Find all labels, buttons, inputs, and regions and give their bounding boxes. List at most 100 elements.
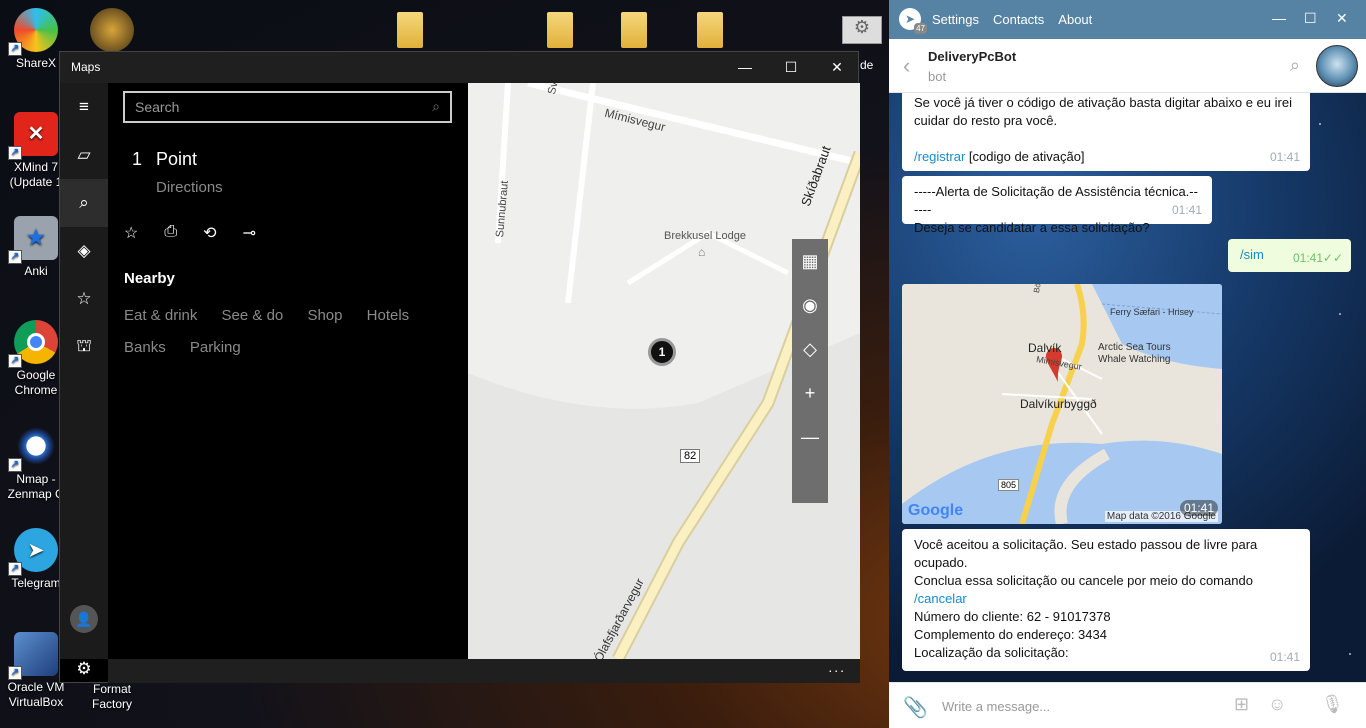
message-text: -----Alerta de Solicitação de Assistênci… bbox=[914, 184, 1198, 217]
search-icon[interactable]: ⌕ bbox=[60, 179, 108, 227]
message-text: Você aceitou a solicitação. Seu estado p… bbox=[914, 537, 1258, 570]
print-icon[interactable]: ⎙ bbox=[164, 223, 177, 243]
map-pin-marker[interactable]: 1 bbox=[648, 338, 676, 366]
message-text: Complemento do endereço: 3434 bbox=[914, 627, 1107, 642]
zoom-in-button[interactable]: + bbox=[792, 371, 828, 415]
chat-header: ‹ DeliveryPcBot bot ⌕ bbox=[889, 39, 1366, 93]
outgoing-message-bubble[interactable]: /sim 01:41 ✓✓ bbox=[1228, 239, 1351, 272]
message-composer: 📎 Write a message... ⊞ ☺ 🎙 bbox=[889, 682, 1366, 728]
desktop-icon-formatfactory[interactable]: Format Factory bbox=[76, 682, 148, 712]
locate-me-icon[interactable]: ◉ bbox=[792, 283, 828, 327]
message-text: Número do cliente: 62 - 91017378 bbox=[914, 609, 1111, 624]
message-time: 01:41 bbox=[1269, 650, 1300, 664]
map-layers-icon[interactable]: ◇ bbox=[792, 327, 828, 371]
maps-titlebar: Maps — ☐ ✕ bbox=[60, 52, 858, 83]
hamburger-menu-button[interactable]: ≡ bbox=[60, 83, 108, 131]
favorite-star-icon[interactable]: ☆ bbox=[124, 223, 138, 243]
nearby-parking-link[interactable]: Parking bbox=[190, 332, 241, 364]
chat-name[interactable]: DeliveryPcBot bbox=[928, 49, 1016, 64]
desktop-icon-label: Oracle VM VirtualBox bbox=[7, 680, 65, 709]
settings-gear-icon[interactable]: ⚙ bbox=[70, 655, 98, 683]
telegram-logo-icon: ➤ 47 bbox=[899, 8, 927, 34]
minimize-button[interactable]: — bbox=[1272, 10, 1286, 26]
map-road bbox=[565, 83, 596, 304]
account-avatar-icon[interactable]: 👤 bbox=[70, 605, 98, 633]
registrar-command-link[interactable]: /registrar bbox=[914, 149, 965, 164]
map-canvas[interactable]: Mímisvegur Svarfaðarbraut Sunnubraut Skí… bbox=[468, 83, 860, 659]
emoji-icon[interactable]: ☺ bbox=[1268, 694, 1286, 715]
telegram-icon: ➤ ↗ bbox=[8, 528, 58, 576]
map-place-label: Ferry Sæfari - Hrisey bbox=[1110, 307, 1194, 317]
google-logo-text: Google bbox=[908, 502, 964, 519]
3d-cities-icon[interactable]: ⛫ bbox=[60, 323, 108, 371]
nearby-hotels-link[interactable]: Hotels bbox=[367, 300, 410, 332]
share-icon[interactable]: ⟲ bbox=[203, 223, 216, 243]
folder-icon[interactable] bbox=[397, 12, 423, 48]
message-time: 01:41 bbox=[1179, 500, 1218, 516]
search-icon[interactable]: ⌕ bbox=[432, 98, 440, 115]
search-icon[interactable]: ⌕ bbox=[1290, 55, 1300, 76]
folder-icon[interactable] bbox=[697, 12, 723, 48]
desktop-icon-unknown[interactable] bbox=[76, 8, 148, 56]
message-input[interactable]: Write a message... bbox=[942, 699, 1050, 714]
nearby-eat-drink-link[interactable]: Eat & drink bbox=[124, 300, 197, 332]
app-icon bbox=[90, 8, 134, 52]
location-map-message[interactable]: Dalvík Dalvíkurbyggð Arctic Sea Tours Wh… bbox=[902, 284, 1222, 524]
map-place-label: Arctic Sea Tours Whale Watching bbox=[1098, 342, 1171, 365]
sim-command-link[interactable]: /sim bbox=[1240, 247, 1264, 262]
nearby-see-do-link[interactable]: See & do bbox=[222, 300, 284, 332]
sharex-icon: ↗ bbox=[8, 8, 58, 56]
menu-about[interactable]: About bbox=[1058, 12, 1092, 27]
bot-keyboard-icon[interactable]: ⊞ bbox=[1234, 694, 1249, 715]
maximize-button[interactable]: ☐ bbox=[1304, 10, 1317, 27]
background-star bbox=[1349, 653, 1351, 655]
desktop-icon-label: Format Factory bbox=[91, 682, 132, 711]
nearby-shop-link[interactable]: Shop bbox=[307, 300, 342, 332]
telegram-titlebar: ➤ 47 Settings Contacts About — ☐ ✕ bbox=[889, 0, 1366, 39]
directions-icon[interactable]: ◈ bbox=[60, 227, 108, 275]
hotel-icon: ⌂ bbox=[698, 245, 706, 259]
attach-paperclip-icon[interactable]: 📎 bbox=[903, 695, 928, 720]
chat-history[interactable]: Se você já tiver o código de ativação ba… bbox=[889, 93, 1366, 682]
folder-icon[interactable] bbox=[547, 12, 573, 48]
nearby-banks-link[interactable]: Banks bbox=[124, 332, 166, 364]
message-bubble[interactable]: Se você já tiver o código de ativação ba… bbox=[902, 93, 1310, 171]
minimize-button[interactable]: — bbox=[722, 52, 768, 83]
microphone-icon[interactable]: 🎙 bbox=[1321, 694, 1344, 715]
zoom-out-button[interactable]: — bbox=[792, 415, 828, 459]
background-star bbox=[1319, 123, 1321, 125]
more-options-button[interactable]: ... bbox=[828, 659, 846, 675]
cancelar-command-link[interactable]: /cancelar bbox=[914, 590, 1298, 608]
streetside-grid-icon[interactable]: ▦ bbox=[792, 239, 828, 283]
menu-settings[interactable]: Settings bbox=[932, 12, 979, 27]
nearby-heading: Nearby bbox=[124, 270, 175, 287]
maps-side-panel: Search ⌕ 1 Point Directions ☆ ⎙ ⟲ ⊸ Near… bbox=[108, 83, 468, 659]
message-text: Se você já tiver o código de ativação ba… bbox=[914, 95, 1292, 128]
message-time: 01:41 bbox=[1293, 249, 1323, 267]
close-button[interactable]: ✕ bbox=[814, 52, 860, 83]
map-view-icon[interactable]: ▱ bbox=[60, 131, 108, 179]
gear-icon[interactable]: ⚙ bbox=[842, 16, 882, 44]
map-controls: ▦ ◉ ◇ + — bbox=[792, 239, 828, 503]
maps-title: Maps bbox=[71, 60, 101, 74]
road-number-badge: 82 bbox=[680, 449, 701, 463]
menu-contacts[interactable]: Contacts bbox=[993, 12, 1044, 27]
message-text: Deseja se candidatar a essa solicitação? bbox=[914, 220, 1150, 235]
message-bubble[interactable]: Você aceitou a solicitação. Seu estado p… bbox=[902, 529, 1310, 671]
maximize-button[interactable]: ☐ bbox=[768, 52, 814, 83]
message-time: 01:41 bbox=[1171, 203, 1202, 217]
bot-avatar[interactable] bbox=[1316, 45, 1358, 87]
point-title: Point bbox=[156, 149, 198, 169]
nearby-links: Eat & drink See & do Shop Hotels Banks P… bbox=[124, 300, 444, 364]
folder-icon[interactable] bbox=[621, 12, 647, 48]
back-chevron-icon[interactable]: ‹ bbox=[903, 53, 910, 79]
directions-link[interactable]: Directions bbox=[156, 179, 223, 196]
search-input[interactable]: Search ⌕ bbox=[123, 91, 452, 123]
message-bubble[interactable]: -----Alerta de Solicitação de Assistênci… bbox=[902, 176, 1212, 235]
pin-icon[interactable]: ⊸ bbox=[243, 223, 256, 243]
telegram-menu: Settings Contacts About bbox=[932, 12, 1092, 27]
message-time-text: 01:41 bbox=[1292, 251, 1323, 265]
close-button[interactable]: ✕ bbox=[1336, 10, 1348, 27]
favorites-star-icon[interactable]: ☆ bbox=[60, 275, 108, 323]
message-line: /registrar [codigo de ativação] bbox=[914, 148, 1298, 166]
